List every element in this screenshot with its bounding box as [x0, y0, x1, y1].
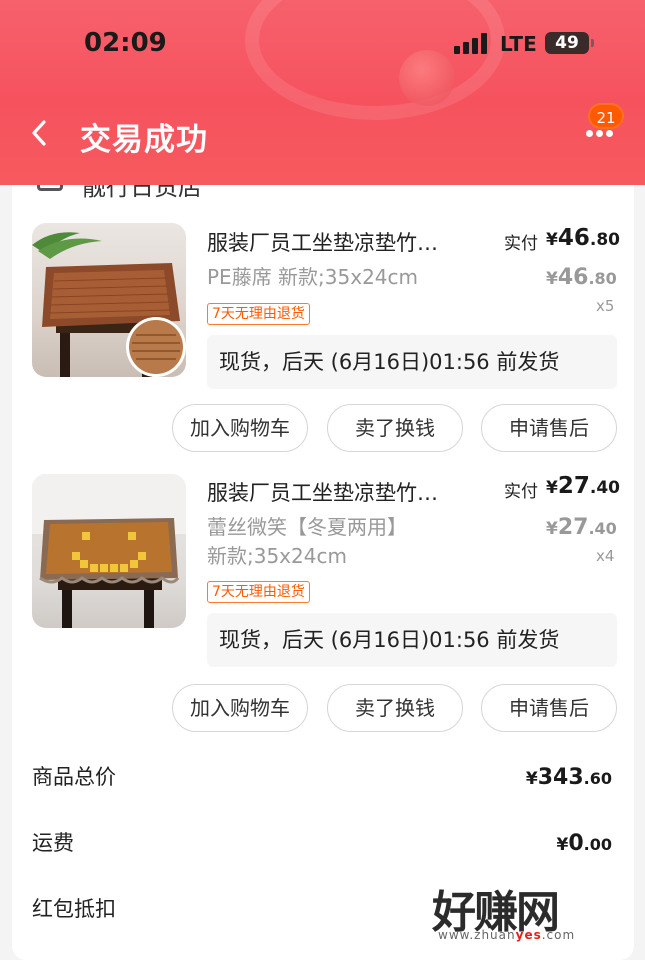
more-button[interactable]	[580, 130, 620, 142]
paid-label: 实付	[504, 234, 538, 254]
quantity: x4	[596, 547, 615, 565]
quantity: x5	[596, 297, 615, 315]
product-photo-cushion	[32, 232, 186, 377]
checkbox-icon[interactable]	[37, 185, 63, 191]
chevron-left-icon	[32, 120, 46, 146]
product-title[interactable]: 服装厂员工坐垫凉垫竹…	[207, 227, 438, 257]
after-sales-button[interactable]: 申请售后	[481, 684, 617, 732]
product-spec: PE藤席 新款;35x24cm	[207, 265, 419, 289]
paid-price: ¥27.40	[546, 473, 620, 499]
shipping-info: 现货，后天 (6月16日)01:56 前发货	[207, 335, 617, 389]
order-card: 靓行日货店 服装厂员工坐垫凉垫竹… PE藤席 新款;35x24cm 7天无理由退…	[12, 185, 634, 960]
watermark-url: www.zhuanyes.com	[438, 928, 576, 942]
product-spec: 蕾丝微笑【冬夏两用】 新款;35x24cm	[207, 515, 407, 568]
resell-button[interactable]: 卖了换钱	[327, 404, 463, 452]
product-image[interactable]	[32, 223, 186, 377]
shop-name[interactable]: 靓行日货店	[82, 185, 202, 202]
add-to-cart-button[interactable]: 加入购物车	[172, 684, 308, 732]
shipping-fee-label: 运费	[32, 831, 74, 855]
paid-price: ¥46.80	[546, 225, 620, 251]
redpacket-label: 红包抵扣	[32, 897, 116, 921]
more-dot	[596, 130, 603, 137]
header-decoration-ball	[399, 50, 455, 106]
return-policy-tag: 7天无理由退货	[207, 581, 310, 603]
return-policy-tag: 7天无理由退货	[207, 303, 310, 325]
signal-icon	[454, 32, 490, 54]
goods-total-label: 商品总价	[32, 765, 116, 789]
page-title: 交易成功	[80, 122, 208, 158]
goods-total-value: ¥343.60	[525, 765, 612, 790]
site-watermark: 好赚网 www.zhuanyes.com	[432, 880, 628, 946]
original-price: ¥27.40	[546, 515, 617, 540]
shop-row[interactable]: 靓行日货店	[12, 185, 634, 201]
header-decoration	[245, 0, 505, 120]
battery-tip	[591, 39, 594, 47]
after-sales-button[interactable]: 申请售后	[481, 404, 617, 452]
more-dot	[606, 130, 613, 137]
shipping-info: 现货，后天 (6月16日)01:56 前发货	[207, 613, 617, 667]
product-photo-cushion	[32, 474, 186, 628]
shipping-fee-value: ¥0.00	[556, 831, 613, 856]
back-button[interactable]	[26, 116, 52, 150]
paid-label: 实付	[504, 482, 538, 502]
more-dots-icon	[586, 130, 593, 137]
network-type: LTE	[500, 32, 537, 56]
battery-icon: 49	[545, 32, 589, 54]
product-title[interactable]: 服装厂员工坐垫凉垫竹…	[207, 477, 438, 507]
resell-button[interactable]: 卖了换钱	[327, 684, 463, 732]
add-to-cart-button[interactable]: 加入购物车	[172, 404, 308, 452]
original-price: ¥46.80	[546, 265, 617, 290]
header-bar: 02:09 LTE 49 交易成功 21	[0, 0, 645, 185]
status-time: 02:09	[84, 28, 167, 58]
message-count-badge: 21	[588, 103, 624, 129]
product-image[interactable]	[32, 474, 186, 628]
